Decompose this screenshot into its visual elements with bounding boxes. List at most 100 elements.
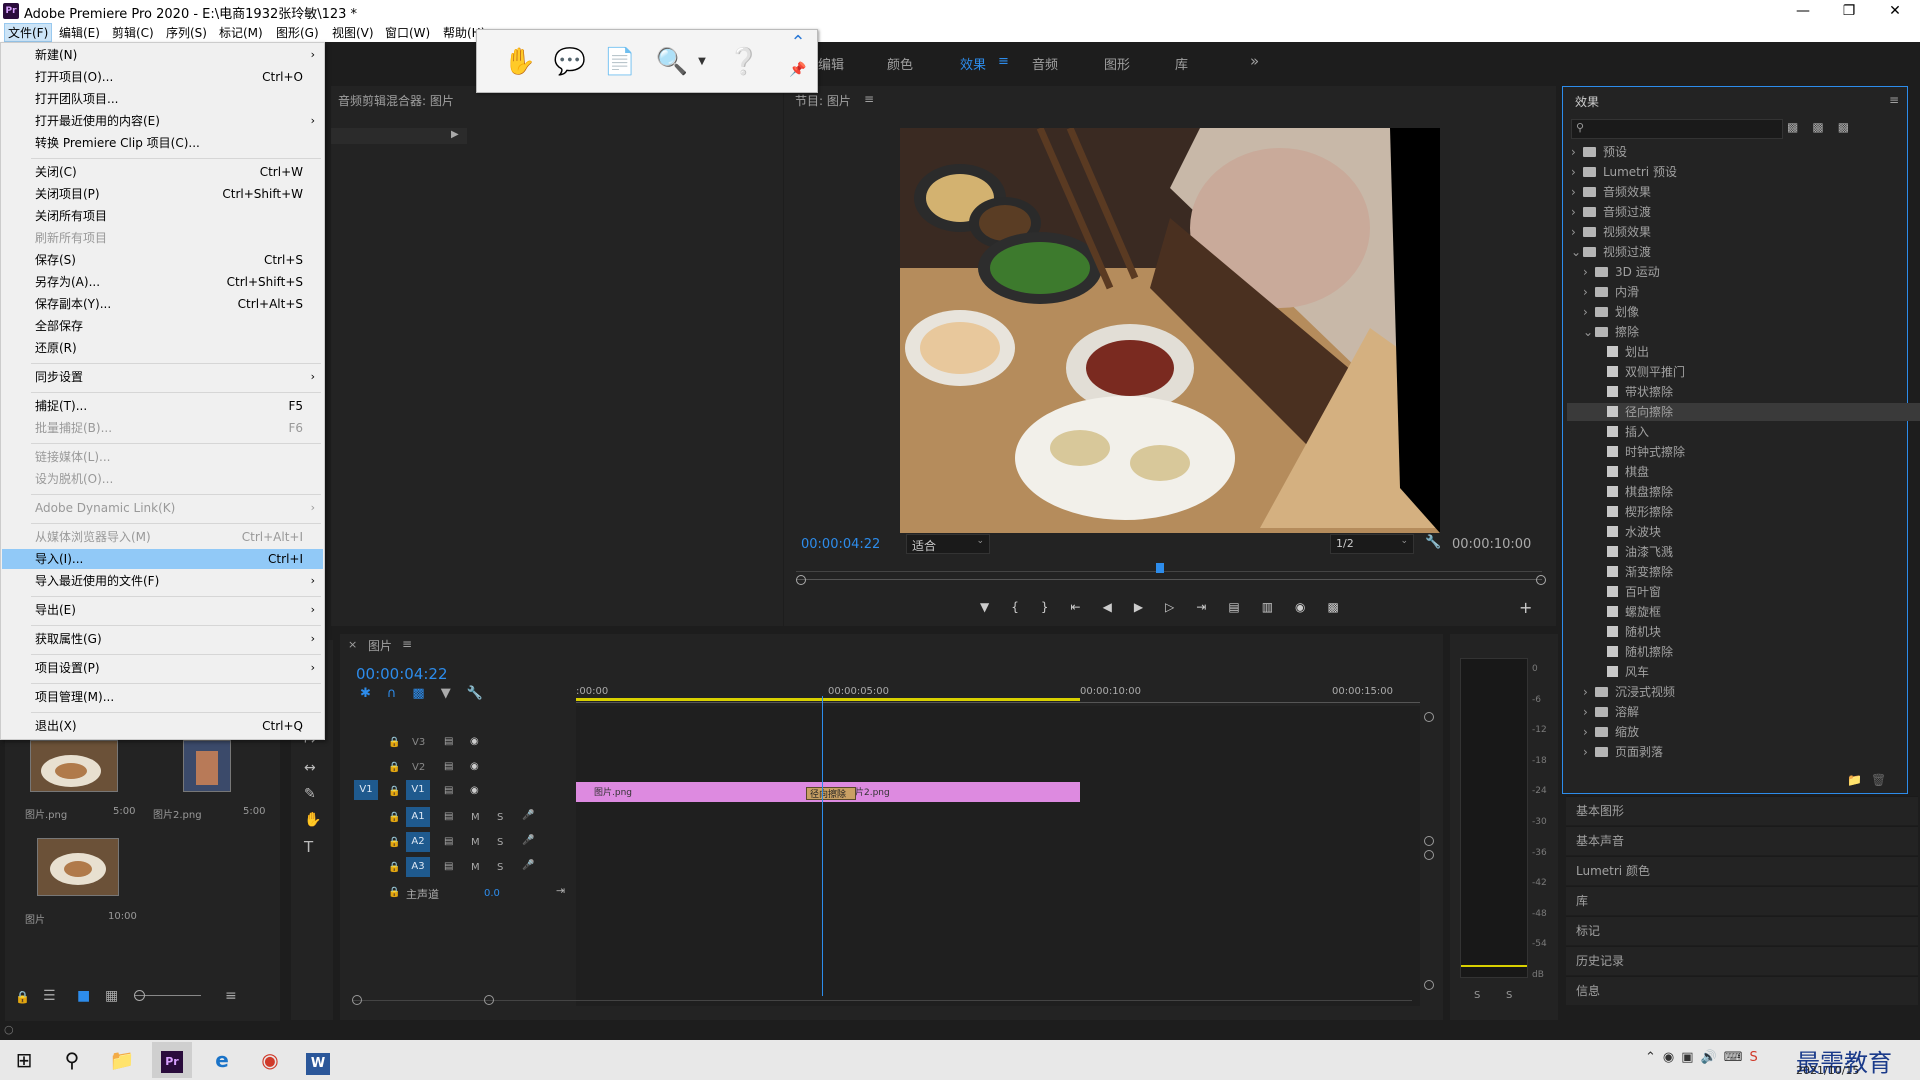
timeline-timecode[interactable]: 00:00:04:22 [356,665,448,683]
eye-icon[interactable]: ◉ [470,736,479,747]
effect-item[interactable]: 螺旋框 [1595,603,1901,621]
file-menu-item[interactable]: 另存为(A)... Ctrl+Shift+S [2,272,323,292]
voice-over-icon[interactable]: 🎤 [522,810,534,821]
workspace-graphics[interactable]: 图形 [1104,54,1130,73]
lock-icon[interactable]: 🔒 [388,812,400,823]
track-area[interactable] [576,706,1420,1006]
timeline-tab[interactable]: 图片 [368,637,392,654]
effects-menu-icon[interactable]: ≡ [1889,93,1899,107]
lock-icon[interactable]: 🔒 [15,990,30,1004]
compare-icon[interactable]: ▩ [1328,600,1361,614]
sync-lock-icon[interactable]: ▤ [444,761,453,772]
program-tab[interactable]: 节目: 图片 [795,92,851,109]
side-panel-tab[interactable]: 库 [1566,886,1918,915]
go-to-in-icon[interactable]: ⇤ [1071,600,1103,614]
network-icon[interactable]: ▣ [1681,1050,1700,1065]
sogou-icon[interactable]: S [1750,1050,1765,1065]
file-menu-item[interactable]: 获取属性(G) › [2,629,323,649]
mark-out-icon[interactable]: } [1041,600,1071,614]
effects-folder[interactable]: › 页面剥落 [1583,743,1901,761]
program-menu-icon[interactable]: ≡ [864,92,874,106]
side-panel-tab[interactable]: Lumetri 颜色 [1566,856,1918,885]
lock-icon[interactable]: 🔒 [388,862,400,873]
file-menu-item[interactable]: 还原(R) [2,338,323,358]
file-menu-item[interactable]: 同步设置 › [2,367,323,387]
chrome-icon[interactable]: ◉ [250,1044,290,1076]
snap-icon[interactable]: ∩ [387,686,413,701]
resolution-dropdown[interactable]: 1/2 ⌄ [1330,534,1414,554]
effects-folder[interactable]: › 内滑 [1583,283,1901,301]
solo-button[interactable]: S [497,812,503,823]
transport-controls[interactable]: ▼{}⇤◀▶▷⇥▤▥◉▩ [980,600,1361,614]
play-icon[interactable]: ▶ [1134,600,1165,614]
add-button-icon[interactable]: + [1519,598,1532,617]
mute-button[interactable]: M [471,837,480,848]
solo-right-button[interactable]: S [1506,990,1512,1001]
tray-up-icon[interactable]: ⌃ [1645,1050,1663,1065]
effect-item[interactable]: 百叶窗 [1595,583,1901,601]
export-icon[interactable]: 📄 [601,44,639,80]
track-target-a1[interactable]: A1 [406,807,430,827]
track-target-a3[interactable]: A3 [406,857,430,877]
lock-icon[interactable]: 🔒 [388,786,400,797]
chevron-right-icon[interactable]: › [1583,303,1595,321]
comment-icon[interactable]: 💬 [551,44,589,80]
effects-title[interactable]: 效果 [1575,93,1599,110]
extract-icon[interactable]: ▥ [1262,600,1295,614]
timeline-playhead[interactable] [821,696,823,996]
linked-selection-icon[interactable]: ▩ [412,686,440,701]
menu-window[interactable]: 窗口(W) [382,24,433,41]
sync-lock-icon[interactable]: ▤ [444,836,453,847]
slip-tool-icon[interactable]: ↔ [304,760,316,776]
chevron-right-icon[interactable]: › [1583,263,1595,281]
chevron-down-icon[interactable]: ▼ [683,44,721,80]
effects-folder[interactable]: › 音频效果 [1571,183,1901,201]
freeform-view-icon[interactable]: ▦ [105,988,118,1004]
v-scroll-handle[interactable] [1424,712,1434,722]
32bit-effects-icon[interactable]: ▩ [1812,120,1837,134]
video-clip[interactable]: 图片.png [576,782,829,802]
v-scroll-handle[interactable] [1424,980,1434,990]
effect-item[interactable]: 楔形擦除 [1595,503,1901,521]
sync-lock-icon[interactable]: ▤ [444,811,453,822]
effect-item[interactable]: 渐变擦除 [1595,563,1901,581]
file-menu-item[interactable]: 打开项目(O)... Ctrl+O [2,67,323,87]
marker-icon[interactable]: ▼ [980,600,1011,614]
delete-icon[interactable]: 🗑 [1871,773,1886,787]
effect-item[interactable]: 水波块 [1595,523,1901,541]
video-clip[interactable]: 图片2.png [828,782,1080,802]
master-volume-value[interactable]: 0.0 [484,888,500,899]
workspace-menu-icon[interactable]: ≡ [998,54,1009,69]
work-area-bar[interactable] [576,698,1080,701]
effect-item[interactable]: 划出 [1595,343,1901,361]
effect-item[interactable]: 棋盘 [1595,463,1901,481]
effect-item[interactable]: 油漆飞溅 [1595,543,1901,561]
file-menu-item[interactable]: 关闭(C) Ctrl+W [2,162,323,182]
hand-icon[interactable]: ✋ [501,44,539,80]
eye-icon[interactable]: ◉ [470,785,479,796]
collapse-up-icon[interactable]: ⌃ [783,32,813,58]
tray-app-icon[interactable]: ◉ [1663,1050,1681,1065]
effect-item[interactable]: 双侧平推门 [1595,363,1901,381]
file-menu-item[interactable]: 退出(X) Ctrl+Q [2,716,323,736]
file-menu-item[interactable]: 打开最近使用的内容(E) › [2,111,323,131]
zoom-handle-left[interactable] [796,575,806,585]
camera-icon[interactable]: ◉ [1295,600,1327,614]
effects-folder[interactable]: › 划像 [1583,303,1901,321]
effect-item[interactable]: 带状擦除 [1595,383,1901,401]
file-menu-item[interactable]: 项目管理(M)... [2,687,323,707]
effects-folder[interactable]: › 3D 运动 [1583,263,1901,281]
menu-sequence[interactable]: 序列(S) [163,24,210,41]
mute-button[interactable]: M [471,862,480,873]
sync-lock-icon[interactable]: ▤ [444,785,453,796]
h-scrollbar[interactable] [352,1000,1412,1001]
icon-view-icon[interactable]: ■ [77,988,90,1004]
file-menu-item[interactable]: 保存(S) Ctrl+S [2,250,323,270]
effects-folder[interactable]: ⌄ 擦除 [1583,323,1901,341]
menu-view[interactable]: 视图(V) [329,24,377,41]
solo-left-button[interactable]: S [1474,990,1480,1001]
close-button[interactable]: ✕ [1872,0,1918,22]
menu-edit[interactable]: 编辑(E) [56,24,103,41]
go-to-out-icon[interactable]: ⇥ [1196,600,1228,614]
ime-icon[interactable]: ⌨ [1724,1050,1750,1065]
